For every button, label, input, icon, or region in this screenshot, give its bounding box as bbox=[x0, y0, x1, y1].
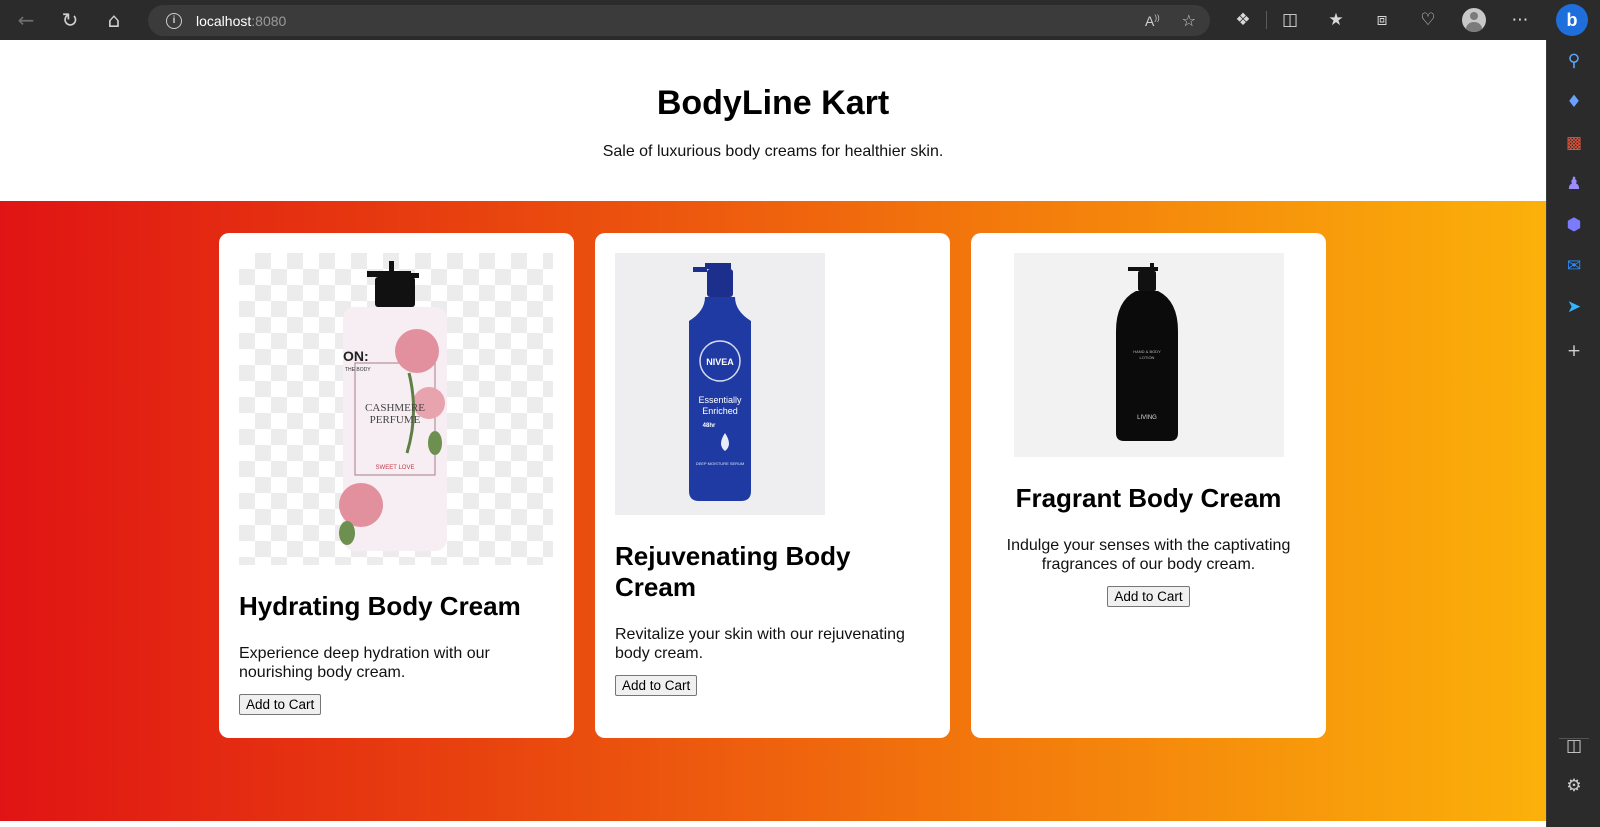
product-name: Rejuvenating Body Cream bbox=[615, 541, 851, 602]
black-bottle-line-2: LOTION bbox=[1139, 355, 1154, 360]
hide-sidebar-icon[interactable]: ◫ bbox=[1547, 731, 1600, 761]
settings-gear-icon[interactable]: ⚙ bbox=[1547, 771, 1600, 801]
send-icon[interactable]: ➤ bbox=[1547, 292, 1600, 322]
url-port: :8080 bbox=[251, 12, 287, 29]
add-to-cart-button[interactable]: Add to Cart bbox=[1107, 586, 1190, 607]
bing-copilot-icon[interactable]: b bbox=[1556, 4, 1588, 36]
profile-icon[interactable] bbox=[1451, 0, 1497, 40]
page-subtitle: Sale of luxurious body creams for health… bbox=[602, 143, 944, 160]
add-to-cart-button[interactable]: Add to Cart bbox=[615, 675, 698, 696]
product-card: NIVEA Essentially Enriched 48hr DEEP MOI… bbox=[595, 233, 950, 738]
url-host: localhost bbox=[196, 12, 252, 29]
read-aloud-icon[interactable]: A)) bbox=[1145, 13, 1160, 29]
search-icon[interactable]: ⚲ bbox=[1547, 46, 1600, 76]
product-image: NIVEA Essentially Enriched 48hr DEEP MOI… bbox=[615, 253, 825, 515]
add-icon[interactable]: + bbox=[1547, 336, 1600, 366]
product-description: Revitalize your skin with our rejuvenati… bbox=[615, 626, 905, 662]
nivea-bottle-icon: NIVEA Essentially Enriched 48hr DEEP MOI… bbox=[689, 263, 751, 501]
copilot-icon[interactable]: ⬢ bbox=[1547, 210, 1600, 240]
product-image: ON: THE BODY CASHMERE PERFUME SWEET LOVE bbox=[239, 253, 553, 565]
home-icon[interactable]: ⌂ bbox=[92, 0, 136, 40]
nivea-logo-text: NIVEA bbox=[706, 357, 734, 367]
extensions-icon[interactable]: ❖ bbox=[1220, 0, 1266, 40]
games-icon[interactable]: ♟ bbox=[1547, 169, 1600, 199]
back-arrow-icon[interactable]: ← bbox=[4, 0, 48, 40]
split-screen-icon[interactable]: ◫ bbox=[1267, 0, 1313, 40]
page-header: BodyLine Kart Sale of luxurious body cre… bbox=[0, 40, 1546, 201]
address-bar[interactable]: i localhost:8080 A)) ☆ bbox=[148, 5, 1210, 36]
more-options-icon[interactable]: ⋯ bbox=[1497, 0, 1543, 40]
bottle-brand-text: ON: bbox=[343, 348, 369, 364]
page-content: BodyLine Kart Sale of luxurious body cre… bbox=[0, 40, 1546, 827]
product-name: Fragrant Body Cream bbox=[1015, 483, 1282, 513]
refresh-icon[interactable]: ↻ bbox=[48, 0, 92, 40]
product-image: HAND & BODY LOTION LIVING bbox=[1013, 253, 1284, 457]
product-description: Experience deep hydration with our nouri… bbox=[239, 645, 490, 681]
shopping-tag-icon[interactable]: ♦ bbox=[1547, 87, 1600, 117]
collections-icon[interactable]: ⧈ bbox=[1359, 0, 1405, 40]
cashmere-bottle-icon: ON: THE BODY CASHMERE PERFUME SWEET LOVE bbox=[339, 261, 447, 551]
browser-toolbar: ← ↻ ⌂ i localhost:8080 A)) ☆ ❖ ◫ ★ ⧈ ♡ ⋯… bbox=[0, 0, 1600, 40]
avatar bbox=[1462, 8, 1486, 32]
bottle-name-2: PERFUME bbox=[370, 414, 421, 426]
black-bottle-icon: HAND & BODY LOTION LIVING bbox=[1115, 263, 1178, 441]
address-url[interactable]: localhost:8080 bbox=[196, 13, 286, 29]
favorites-icon[interactable]: ★ bbox=[1313, 0, 1359, 40]
favorite-star-icon[interactable]: ☆ bbox=[1182, 11, 1196, 30]
black-bottle-brand: LIVING bbox=[1137, 415, 1157, 421]
product-card: ON: THE BODY CASHMERE PERFUME SWEET LOVE… bbox=[219, 233, 574, 738]
product-grid: ON: THE BODY CASHMERE PERFUME SWEET LOVE… bbox=[219, 233, 1326, 738]
site-info-icon[interactable]: i bbox=[166, 12, 182, 29]
product-name: Hydrating Body Cream bbox=[239, 591, 521, 621]
edge-sidebar: ⚲ ♦ ▩ ♟ ⬢ ✉ ➤ + ◫ ⚙ bbox=[1546, 40, 1600, 827]
bottle-variant: SWEET LOVE bbox=[376, 465, 415, 471]
bottle-name-1: CASHMERE bbox=[365, 402, 425, 414]
product-section: ON: THE BODY CASHMERE PERFUME SWEET LOVE… bbox=[0, 201, 1546, 821]
browser-essentials-icon[interactable]: ♡ bbox=[1405, 0, 1451, 40]
bottle-brand-sub: THE BODY bbox=[345, 367, 371, 373]
nivea-line-1: Essentially bbox=[698, 395, 742, 405]
black-bottle-line-1: HAND & BODY bbox=[1133, 349, 1161, 354]
nivea-hours: 48hr bbox=[703, 423, 716, 429]
nivea-serum-text: DEEP MOISTURE SERUM bbox=[696, 461, 745, 466]
add-to-cart-button[interactable]: Add to Cart bbox=[239, 694, 322, 715]
nivea-line-2: Enriched bbox=[702, 406, 738, 416]
product-card: HAND & BODY LOTION LIVING Fragrant Body … bbox=[971, 233, 1326, 738]
tools-briefcase-icon[interactable]: ▩ bbox=[1547, 128, 1600, 158]
product-description: Indulge your senses with the captivating… bbox=[1006, 537, 1291, 573]
page-title: BodyLine Kart bbox=[656, 84, 890, 122]
outlook-icon[interactable]: ✉ bbox=[1547, 251, 1600, 281]
